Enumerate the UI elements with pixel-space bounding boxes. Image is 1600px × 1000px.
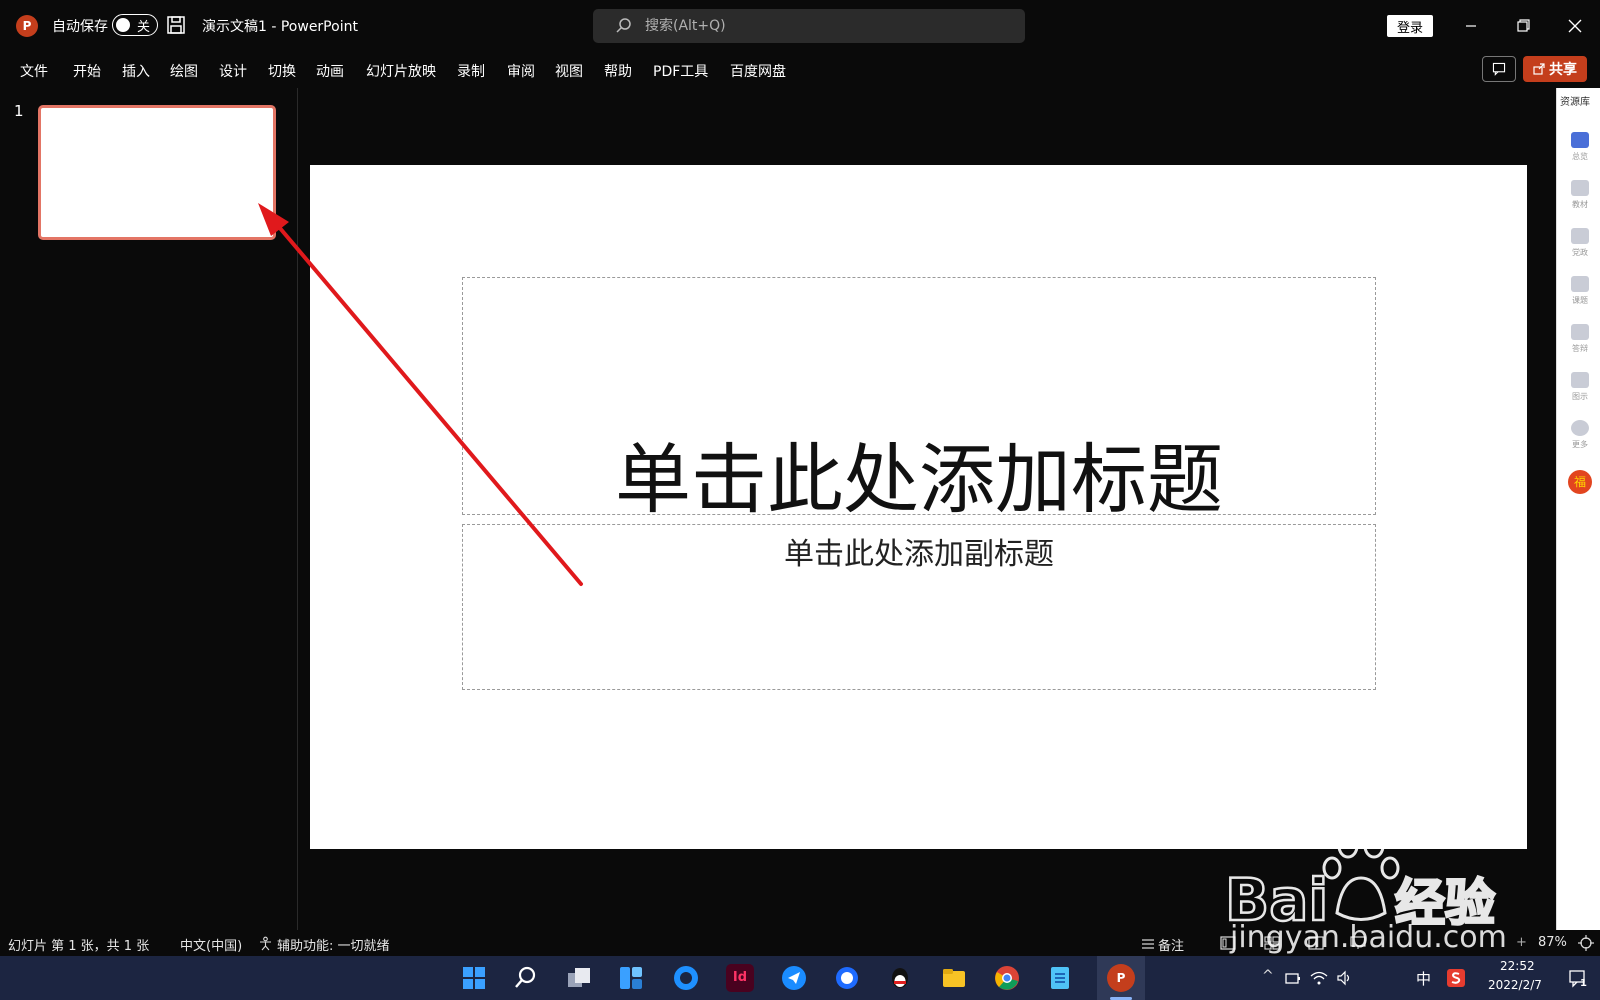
edge-browser-icon[interactable] <box>672 964 700 992</box>
tab-insert[interactable]: 插入 <box>122 61 150 81</box>
accessibility-status[interactable]: 辅助功能: 一切就绪 <box>277 935 390 954</box>
diagram-icon <box>1571 372 1589 388</box>
indesign-icon[interactable]: Id <box>726 964 754 992</box>
toggle-knob <box>116 18 130 32</box>
tab-home[interactable]: 开始 <box>73 61 101 81</box>
feishu-icon[interactable] <box>780 964 808 992</box>
clock-date[interactable]: 2022/2/7 <box>1488 978 1542 992</box>
tab-pdf-tools[interactable]: PDF工具 <box>653 61 708 81</box>
more-icon <box>1571 420 1589 436</box>
sogou-ime-icon[interactable] <box>1446 968 1466 988</box>
accessibility-icon <box>260 936 271 951</box>
resource-item-label: 更多 <box>1572 440 1588 449</box>
tab-file[interactable]: 文件 <box>20 61 48 81</box>
lucky-bag-icon: 福 <box>1568 470 1592 494</box>
login-button[interactable]: 登录 <box>1387 15 1433 37</box>
file-explorer-icon[interactable] <box>940 964 968 992</box>
fit-to-window-icon[interactable] <box>1578 935 1594 951</box>
qq-icon[interactable] <box>886 964 914 992</box>
minimize-icon[interactable] <box>1456 12 1486 40</box>
task-view-icon[interactable] <box>565 964 593 992</box>
resource-item-party[interactable]: 党政 <box>1565 228 1595 264</box>
resource-item-label: 党政 <box>1572 248 1588 257</box>
quark-browser-icon[interactable] <box>833 964 861 992</box>
resource-item-label: 图示 <box>1572 392 1588 401</box>
notes-icon <box>1142 939 1154 949</box>
autosave-state: 关 <box>137 20 151 35</box>
resource-item-overview[interactable]: 总览 <box>1565 132 1595 168</box>
share-icon <box>1533 63 1545 75</box>
title-placeholder-text: 单击此处添加标题 <box>615 435 1223 524</box>
search-input[interactable] <box>645 9 1005 43</box>
building-icon <box>1571 228 1589 244</box>
resource-item-diagram[interactable]: 图示 <box>1565 372 1595 408</box>
ribbon-tabs: 文件 开始 插入 绘图 设计 切换 动画 幻灯片放映 录制 审阅 视图 帮助 P… <box>0 52 1600 88</box>
book-icon <box>1571 180 1589 196</box>
resource-item-label: 总览 <box>1572 152 1588 161</box>
overview-icon <box>1571 132 1589 148</box>
subtitle-placeholder[interactable]: 单击此处添加副标题 <box>462 524 1376 690</box>
windows-taskbar: Id P ^ 中 22:52 2022/2/7 1 <box>0 956 1600 1000</box>
powerpoint-logo-icon: P <box>16 15 38 37</box>
subtitle-placeholder-text: 单击此处添加副标题 <box>784 537 1054 572</box>
powerpoint-taskbar-icon[interactable]: P <box>1107 964 1135 992</box>
chat-icon <box>1571 324 1589 340</box>
resource-item-label: 教材 <box>1572 200 1588 209</box>
tab-animations[interactable]: 动画 <box>316 61 344 81</box>
title-placeholder[interactable]: 单击此处添加标题 <box>462 277 1376 524</box>
search-icon <box>616 18 631 33</box>
windows-start-icon[interactable] <box>460 964 488 992</box>
resource-sidebar: 资源库 总览 教材 党政 课题 答辩 图示 更多 福 <box>1556 88 1600 930</box>
slide-canvas[interactable]: 单击此处添加标题 单击此处添加副标题 <box>310 165 1527 849</box>
save-icon[interactable] <box>166 15 186 35</box>
notification-count: 1 <box>1580 978 1587 989</box>
resource-item-label: 答辩 <box>1572 344 1588 353</box>
slide-count-status: 幻灯片 第 1 张，共 1 张 <box>8 939 150 954</box>
document-title: 演示文稿1 - PowerPoint <box>202 19 358 35</box>
autosave-toggle[interactable]: 关 <box>112 14 158 36</box>
clock-time[interactable]: 22:52 <box>1500 959 1535 973</box>
slide-thumbnail-1[interactable] <box>38 105 276 240</box>
battery-icon[interactable] <box>1284 970 1302 986</box>
chrome-icon[interactable] <box>993 964 1021 992</box>
title-bar: P 自动保存 关 演示文稿1 - PowerPoint 登录 <box>0 0 1600 52</box>
taskbar-search-icon[interactable] <box>512 964 540 992</box>
autosave-label: 自动保存 <box>52 19 108 35</box>
resource-library-header[interactable]: 资源库 <box>1560 93 1590 108</box>
tab-baidu-netdisk[interactable]: 百度网盘 <box>730 61 786 81</box>
slide-thumbnail-pane: 1 <box>0 88 298 930</box>
comments-button[interactable] <box>1482 56 1516 82</box>
volume-icon[interactable] <box>1336 970 1354 986</box>
share-button[interactable]: 共享 <box>1523 56 1587 82</box>
tab-transitions[interactable]: 切换 <box>268 61 296 81</box>
share-label: 共享 <box>1549 62 1577 78</box>
ime-indicator[interactable]: 中 <box>1416 968 1431 989</box>
tab-design[interactable]: 设计 <box>219 61 247 81</box>
notepad-icon[interactable] <box>1046 964 1074 992</box>
resource-item-defense[interactable]: 答辩 <box>1565 324 1595 360</box>
lucky-bag-badge[interactable]: 福 <box>1565 470 1595 506</box>
search-box[interactable] <box>593 9 1025 43</box>
restore-icon[interactable] <box>1508 12 1538 40</box>
tab-help[interactable]: 帮助 <box>604 61 632 81</box>
resource-item-topic[interactable]: 课题 <box>1565 276 1595 312</box>
language-status[interactable]: 中文(中国) <box>180 935 242 954</box>
resource-item-label: 课题 <box>1572 296 1588 305</box>
resource-item-textbook[interactable]: 教材 <box>1565 180 1595 216</box>
document-icon <box>1571 276 1589 292</box>
tab-slideshow[interactable]: 幻灯片放映 <box>366 61 436 81</box>
tray-overflow-icon[interactable]: ^ <box>1262 968 1274 984</box>
resource-item-more[interactable]: 更多 <box>1565 420 1595 456</box>
thumbnail-number: 1 <box>14 102 24 120</box>
tab-record[interactable]: 录制 <box>457 61 485 81</box>
close-icon[interactable] <box>1560 12 1590 40</box>
notes-button[interactable]: 备注 <box>1158 935 1184 954</box>
widgets-icon[interactable] <box>617 964 645 992</box>
watermark-url: jingyan.baidu.com <box>1230 920 1507 955</box>
tab-draw[interactable]: 绘图 <box>170 61 198 81</box>
tab-review[interactable]: 审阅 <box>507 61 535 81</box>
zoom-level[interactable]: 87% <box>1538 935 1567 950</box>
tab-view[interactable]: 视图 <box>555 61 583 81</box>
wifi-icon[interactable] <box>1310 970 1328 986</box>
